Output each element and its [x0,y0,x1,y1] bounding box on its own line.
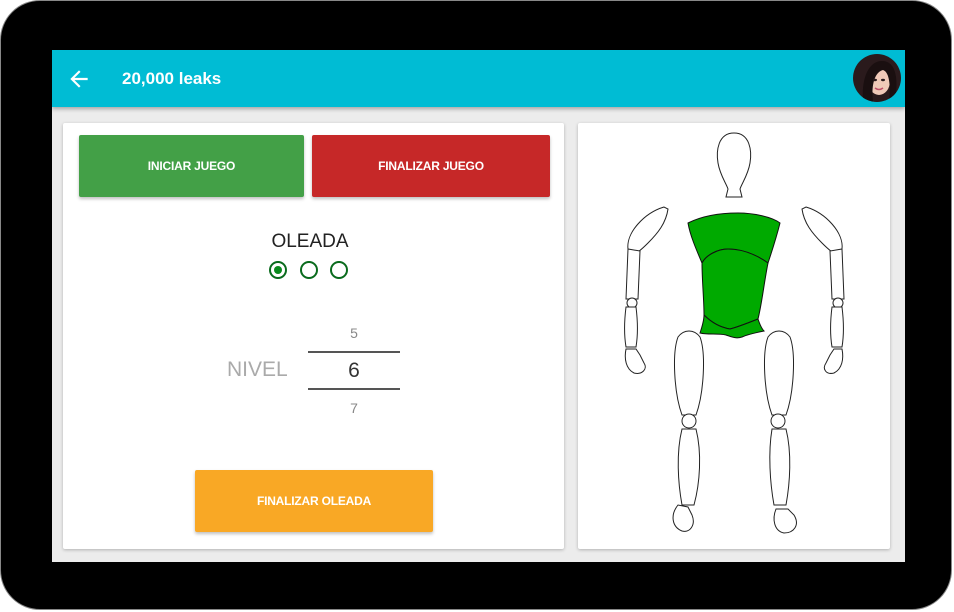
body-part-right-foot [773,508,797,534]
wave-radio-group [269,261,359,281]
body-part-right-hand [823,348,844,374]
arrow-left-icon[interactable] [66,66,92,92]
body-part-left-shin [677,428,701,506]
wave-radio-3[interactable] [330,261,348,279]
tablet-frame: 20,000 leaks INICIAR JUEGO FINALIZAR JUE… [0,0,952,610]
body-part-abdomen [701,248,769,330]
body-part-left-upper-arm [625,248,641,300]
body-part-left-foot [672,504,694,532]
picker-divider-top [308,351,400,353]
body-part-right-knee [770,413,786,429]
body-part-left-forearm [624,306,638,348]
body-part-head [716,132,752,198]
body-part-right-shin [769,428,791,506]
body-part-left-hand [624,348,646,374]
app-title: 20,000 leaks [122,69,222,88]
body-part-left-thigh [674,330,704,416]
user-avatar[interactable] [853,54,901,102]
level-prev-value[interactable]: 5 [308,325,400,341]
level-current-value: 6 [348,359,360,382]
body-part-left-upper-arm [627,206,669,255]
end-game-button[interactable]: FINALIZAR JUEGO [312,135,550,197]
body-diagram [624,132,845,534]
finish-wave-button[interactable]: FINALIZAR OLEADA [195,470,433,532]
start-game-button[interactable]: INICIAR JUEGO [79,135,304,197]
game-controls-card: INICIAR JUEGO FINALIZAR JUEGO OLEADA NIV… [63,123,564,549]
app-bar: 20,000 leaks [52,50,905,107]
body-part-left-knee [681,413,697,429]
wave-radio-1[interactable] [269,261,287,279]
body-part-right-thigh [764,330,794,416]
wave-radio-2[interactable] [300,261,318,279]
level-number-picker[interactable]: 5 6 7 [308,319,400,419]
picker-divider-bottom [308,388,400,390]
body-part-right-upper-arm [801,206,843,255]
app-screen: 20,000 leaks INICIAR JUEGO FINALIZAR JUE… [52,50,905,562]
level-label: NIVEL [227,358,288,381]
body-part-right-forearm [830,306,844,348]
body-map-card [578,123,890,549]
level-next-value[interactable]: 7 [308,400,400,416]
body-part-right-upper-arm [829,248,845,300]
wave-label: OLEADA [271,231,349,252]
